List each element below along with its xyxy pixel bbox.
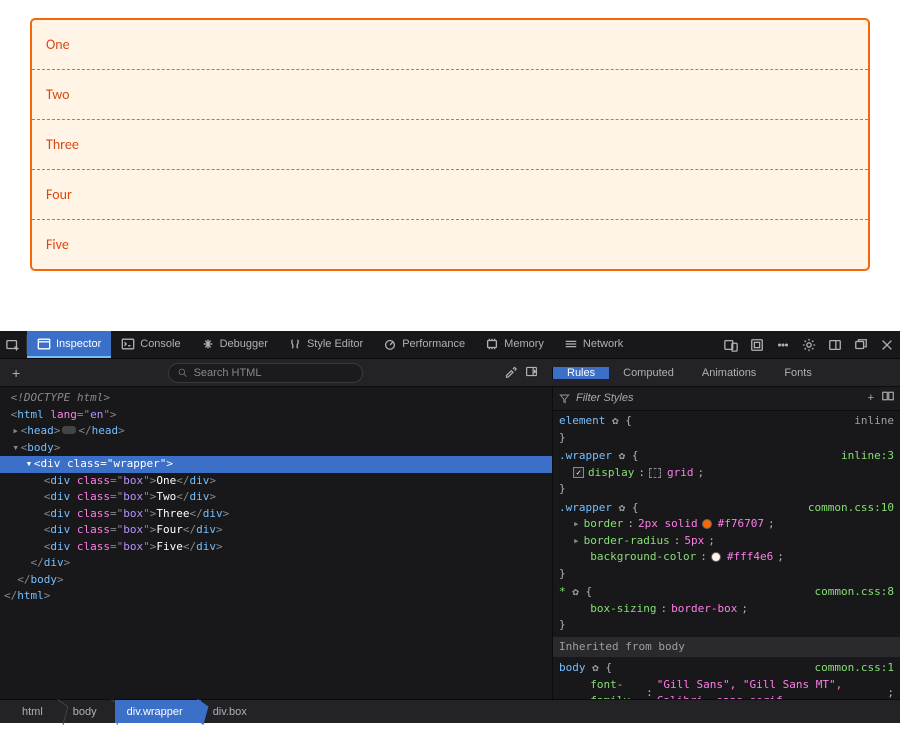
style-tab-fonts[interactable]: Fonts [770, 367, 826, 379]
dom-line: </div> [0, 555, 552, 572]
pick-element-icon[interactable] [0, 331, 26, 358]
tab-memory[interactable]: Memory [475, 331, 554, 358]
tab-console[interactable]: Console [111, 331, 190, 358]
tab-label: Console [140, 338, 180, 350]
breadcrumb-wrapper[interactable]: div.wrapper [115, 700, 201, 723]
grid-box: Three [32, 119, 868, 169]
style-tab-rules[interactable]: Rules [553, 367, 609, 379]
dom-line: <!DOCTYPE html> [0, 390, 552, 407]
dock-window-icon[interactable] [848, 338, 874, 352]
style-tab-animations[interactable]: Animations [688, 367, 770, 379]
devtools-subbar: + Search HTML Rules Computed Animations … [0, 359, 900, 387]
settings-icon[interactable] [796, 338, 822, 352]
dom-line: </body> [0, 572, 552, 589]
filter-styles-bar: Filter Styles + [553, 387, 900, 411]
add-rule-icon[interactable]: + [868, 390, 874, 408]
rules-list[interactable]: element ✿ {inline } .wrapper ✿ {inline:3… [553, 411, 900, 699]
breadcrumb-body[interactable]: body [61, 700, 115, 723]
tab-network[interactable]: Network [554, 331, 633, 358]
tab-label: Network [583, 338, 623, 350]
close-icon[interactable] [874, 338, 900, 352]
responsive-design-icon[interactable] [718, 338, 744, 352]
dom-line: <div class="box">Three</div> [0, 506, 552, 523]
dom-line-selected: ▾<div class="wrapper"> [0, 456, 552, 473]
style-tab-computed[interactable]: Computed [609, 367, 688, 379]
grid-box: Four [32, 169, 868, 219]
styles-panel: Filter Styles + element ✿ {inline } .wra… [552, 387, 900, 699]
iframe-picker-icon[interactable] [744, 338, 770, 352]
breadcrumb-bar: html body div.wrapper div.box [0, 699, 900, 723]
tab-label: Style Editor [307, 338, 363, 350]
rule-body: body ✿ {common.css:1 font-family: "Gill … [559, 660, 894, 699]
dom-line: ▾<body> [0, 440, 552, 457]
rule-wrapper-css: .wrapper ✿ {common.css:10 ▸border: 2px s… [559, 500, 894, 583]
grid-wrapper: One Two Three Four Five [30, 18, 870, 271]
dom-line: <div class="box">Five</div> [0, 539, 552, 556]
grid-box: Five [32, 219, 868, 269]
tab-label: Inspector [56, 338, 101, 350]
devtools-toolbar: Inspector Console Debugger Style Editor … [0, 331, 900, 359]
breadcrumb-html[interactable]: html [10, 700, 61, 723]
tab-label: Memory [504, 338, 544, 350]
tab-style-editor[interactable]: Style Editor [278, 331, 373, 358]
tab-label: Performance [402, 338, 465, 350]
breadcrumb-box[interactable]: div.box [201, 700, 265, 723]
dom-line: ▸<head></head> [0, 423, 552, 440]
dock-side-icon[interactable] [822, 338, 848, 352]
grid-box: One [32, 20, 868, 69]
toggle-pane-icon[interactable] [525, 365, 538, 381]
devtools-panel: Inspector Console Debugger Style Editor … [0, 331, 900, 723]
tab-inspector[interactable]: Inspector [27, 331, 111, 358]
more-icon[interactable] [770, 338, 796, 352]
color-swatch-icon[interactable] [702, 519, 712, 529]
new-node-button[interactable]: + [6, 365, 26, 381]
tab-performance[interactable]: Performance [373, 331, 475, 358]
tab-label: Debugger [220, 338, 268, 350]
dom-line: </html> [0, 588, 552, 605]
grid-box: Two [32, 69, 868, 119]
inherited-section: Inherited from body [553, 637, 900, 658]
dom-line: <div class="box">One</div> [0, 473, 552, 490]
rule-element: element ✿ {inline } [559, 413, 894, 446]
filter-styles-input[interactable]: Filter Styles [576, 390, 633, 407]
eyedropper-icon[interactable] [504, 365, 517, 381]
tab-debugger[interactable]: Debugger [191, 331, 278, 358]
prop-checkbox[interactable]: ✓ [573, 467, 584, 478]
rendered-page: One Two Three Four Five [0, 0, 900, 331]
rule-wrapper-inline: .wrapper ✿ {inline:3 ✓ display: grid; } [559, 448, 894, 498]
dom-tree[interactable]: <!DOCTYPE html> <html lang="en"> ▸<head>… [0, 387, 552, 699]
grid-swatch-icon[interactable] [649, 468, 661, 478]
dom-line: <html lang="en"> [0, 407, 552, 424]
search-html-input[interactable]: Search HTML [168, 363, 363, 383]
rule-star: * ✿ {common.css:8 box-sizing: border-box… [559, 584, 894, 634]
dom-line: <div class="box">Four</div> [0, 522, 552, 539]
toggle-pane-right-icon[interactable] [882, 390, 894, 408]
color-swatch-icon[interactable] [711, 552, 721, 562]
search-placeholder: Search HTML [194, 367, 262, 379]
dom-line: <div class="box">Two</div> [0, 489, 552, 506]
